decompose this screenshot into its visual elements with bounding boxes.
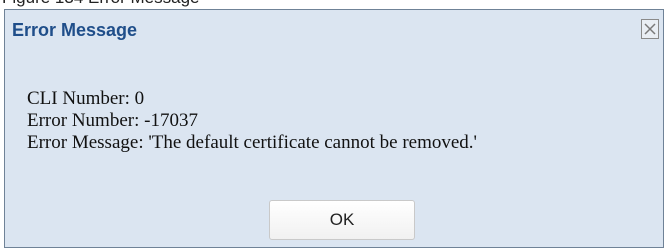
error-dialog: Error Message CLI Number: 0 Error Number… xyxy=(4,9,664,248)
close-icon xyxy=(644,23,656,35)
cli-number-text: CLI Number: 0 xyxy=(27,88,145,109)
ok-button[interactable]: OK xyxy=(269,200,415,240)
error-message-text: Error Message: 'The default certificate … xyxy=(27,132,477,153)
error-details: CLI Number: 0 Error Number: -17037 Error… xyxy=(27,88,477,154)
close-button[interactable] xyxy=(641,19,659,39)
figure-caption-text: Figure 134 Error Message xyxy=(2,0,199,8)
error-number-text: Error Number: -17037 xyxy=(27,110,198,131)
dialog-title: Error Message xyxy=(12,20,138,40)
